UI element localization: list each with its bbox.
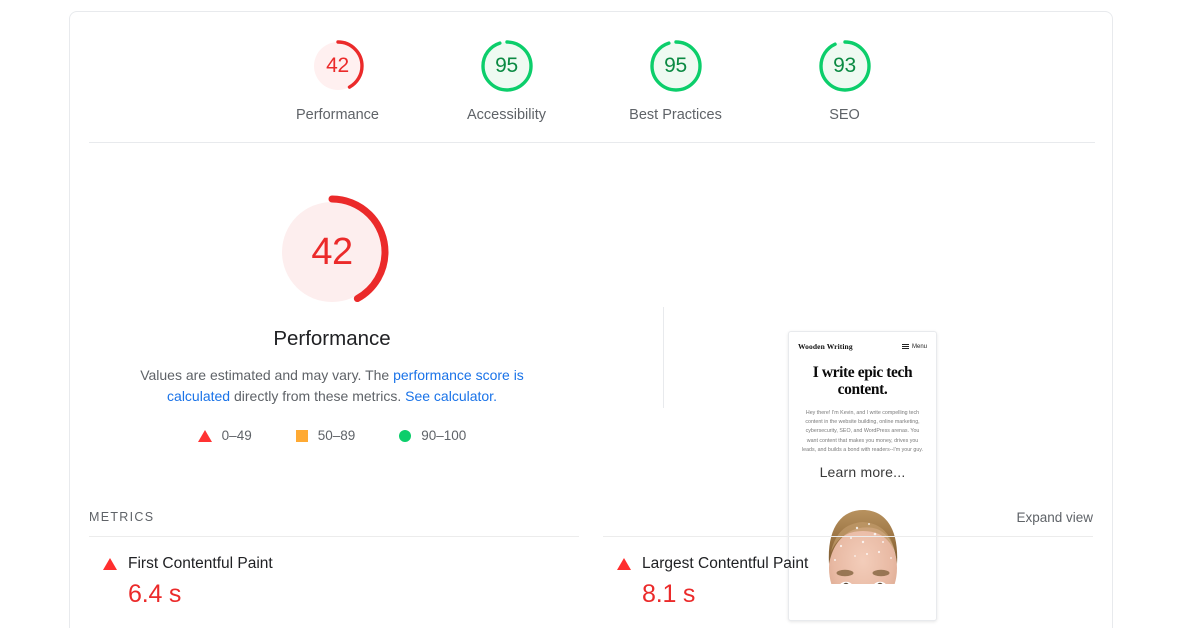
gauge-label-best-practices: Best Practices (629, 107, 722, 123)
gauge-ring-best-practices: 95 (648, 38, 704, 94)
category-gauge-accessibility[interactable]: 95 Accessibility (452, 38, 562, 123)
triangle-icon (103, 558, 117, 570)
score-legend: 0–49 50–89 90–100 (197, 428, 466, 443)
metric-value: 6.4 s (128, 580, 182, 608)
thumbnail-cta: Learn more... (819, 464, 906, 481)
category-gauge-performance[interactable]: 42 Performance (283, 38, 393, 123)
metric-item-first-contentful-paint[interactable]: First Contentful Paint 6.4 s (89, 536, 579, 609)
thumbnail-menu-label: Menu (911, 343, 927, 350)
metric-item-largest-contentful-paint[interactable]: Largest Contentful Paint 8.1 s (603, 536, 1093, 609)
gauge-score-performance: 42 (326, 54, 349, 77)
see-calculator-link[interactable]: See calculator. (405, 388, 497, 404)
gauge-score-seo: 93 (833, 54, 856, 77)
gauge-label-accessibility: Accessibility (467, 107, 546, 123)
performance-gauge-large: 42 (273, 193, 391, 311)
category-gauge-best-practices[interactable]: 95 Best Practices (621, 38, 731, 123)
thumbnail-site-header: Wooden Writing Menu (798, 342, 927, 351)
square-icon (295, 429, 308, 442)
triangle-icon (197, 429, 212, 442)
hamburger-icon (901, 343, 909, 350)
gauge-ring-performance: 42 (310, 38, 366, 94)
metric-label: First Contentful Paint (128, 555, 273, 572)
legend-range-pass: 90–100 (421, 428, 467, 443)
description-mid: directly from these metrics. (230, 388, 406, 404)
metric-label: Largest Contentful Paint (642, 555, 809, 572)
performance-section: 42 Performance Values are estimated and … (70, 143, 1112, 621)
triangle-icon (617, 558, 631, 570)
gauge-score-accessibility: 95 (495, 54, 518, 77)
metrics-grid: First Contentful Paint 6.4 s Largest Con… (89, 536, 1093, 609)
legend-range-fail: 0–49 (221, 428, 252, 443)
gauge-ring-seo: 93 (817, 38, 873, 94)
gauge-label-seo: SEO (829, 107, 860, 123)
performance-title: Performance (273, 327, 391, 350)
section-vertical-divider (663, 307, 664, 408)
performance-score-large: 42 (311, 230, 353, 273)
circle-icon (399, 429, 412, 442)
lighthouse-report-page: 42 Performance 95 Accessibility 95 Best … (0, 0, 1200, 628)
thumbnail-menu: Menu (901, 343, 927, 350)
metrics-section-title: METRICS (89, 510, 155, 524)
performance-summary: 42 Performance Values are estimated and … (70, 143, 594, 443)
report-card: 42 Performance 95 Accessibility 95 Best … (69, 11, 1113, 628)
thumbnail-body-text: Hey there! I'm Kevin, and I write compel… (801, 410, 924, 453)
performance-description: Values are estimated and may vary. The p… (112, 365, 552, 407)
thumbnail-headline: I write epic tech content. (812, 364, 913, 398)
metric-value: 8.1 s (642, 580, 696, 608)
legend-item-average: 50–89 (295, 428, 356, 443)
gauge-ring-accessibility: 95 (479, 38, 535, 94)
legend-item-fail: 0–49 (197, 428, 252, 443)
legend-item-pass: 90–100 (399, 428, 466, 443)
thumbnail-brand: Wooden Writing (798, 342, 853, 351)
legend-range-average: 50–89 (317, 428, 356, 443)
category-gauge-strip: 42 Performance 95 Accessibility 95 Best … (70, 12, 1112, 142)
metrics-section: METRICS Expand view First Contentful Pai… (70, 510, 1112, 609)
expand-view-button[interactable]: Expand view (1016, 510, 1093, 525)
gauge-score-best-practices: 95 (664, 54, 687, 77)
description-lead: Values are estimated and may vary. The (140, 367, 394, 383)
category-gauge-seo[interactable]: 93 SEO (790, 38, 900, 123)
gauge-label-performance: Performance (295, 107, 379, 123)
metrics-header: METRICS Expand view (89, 510, 1093, 536)
